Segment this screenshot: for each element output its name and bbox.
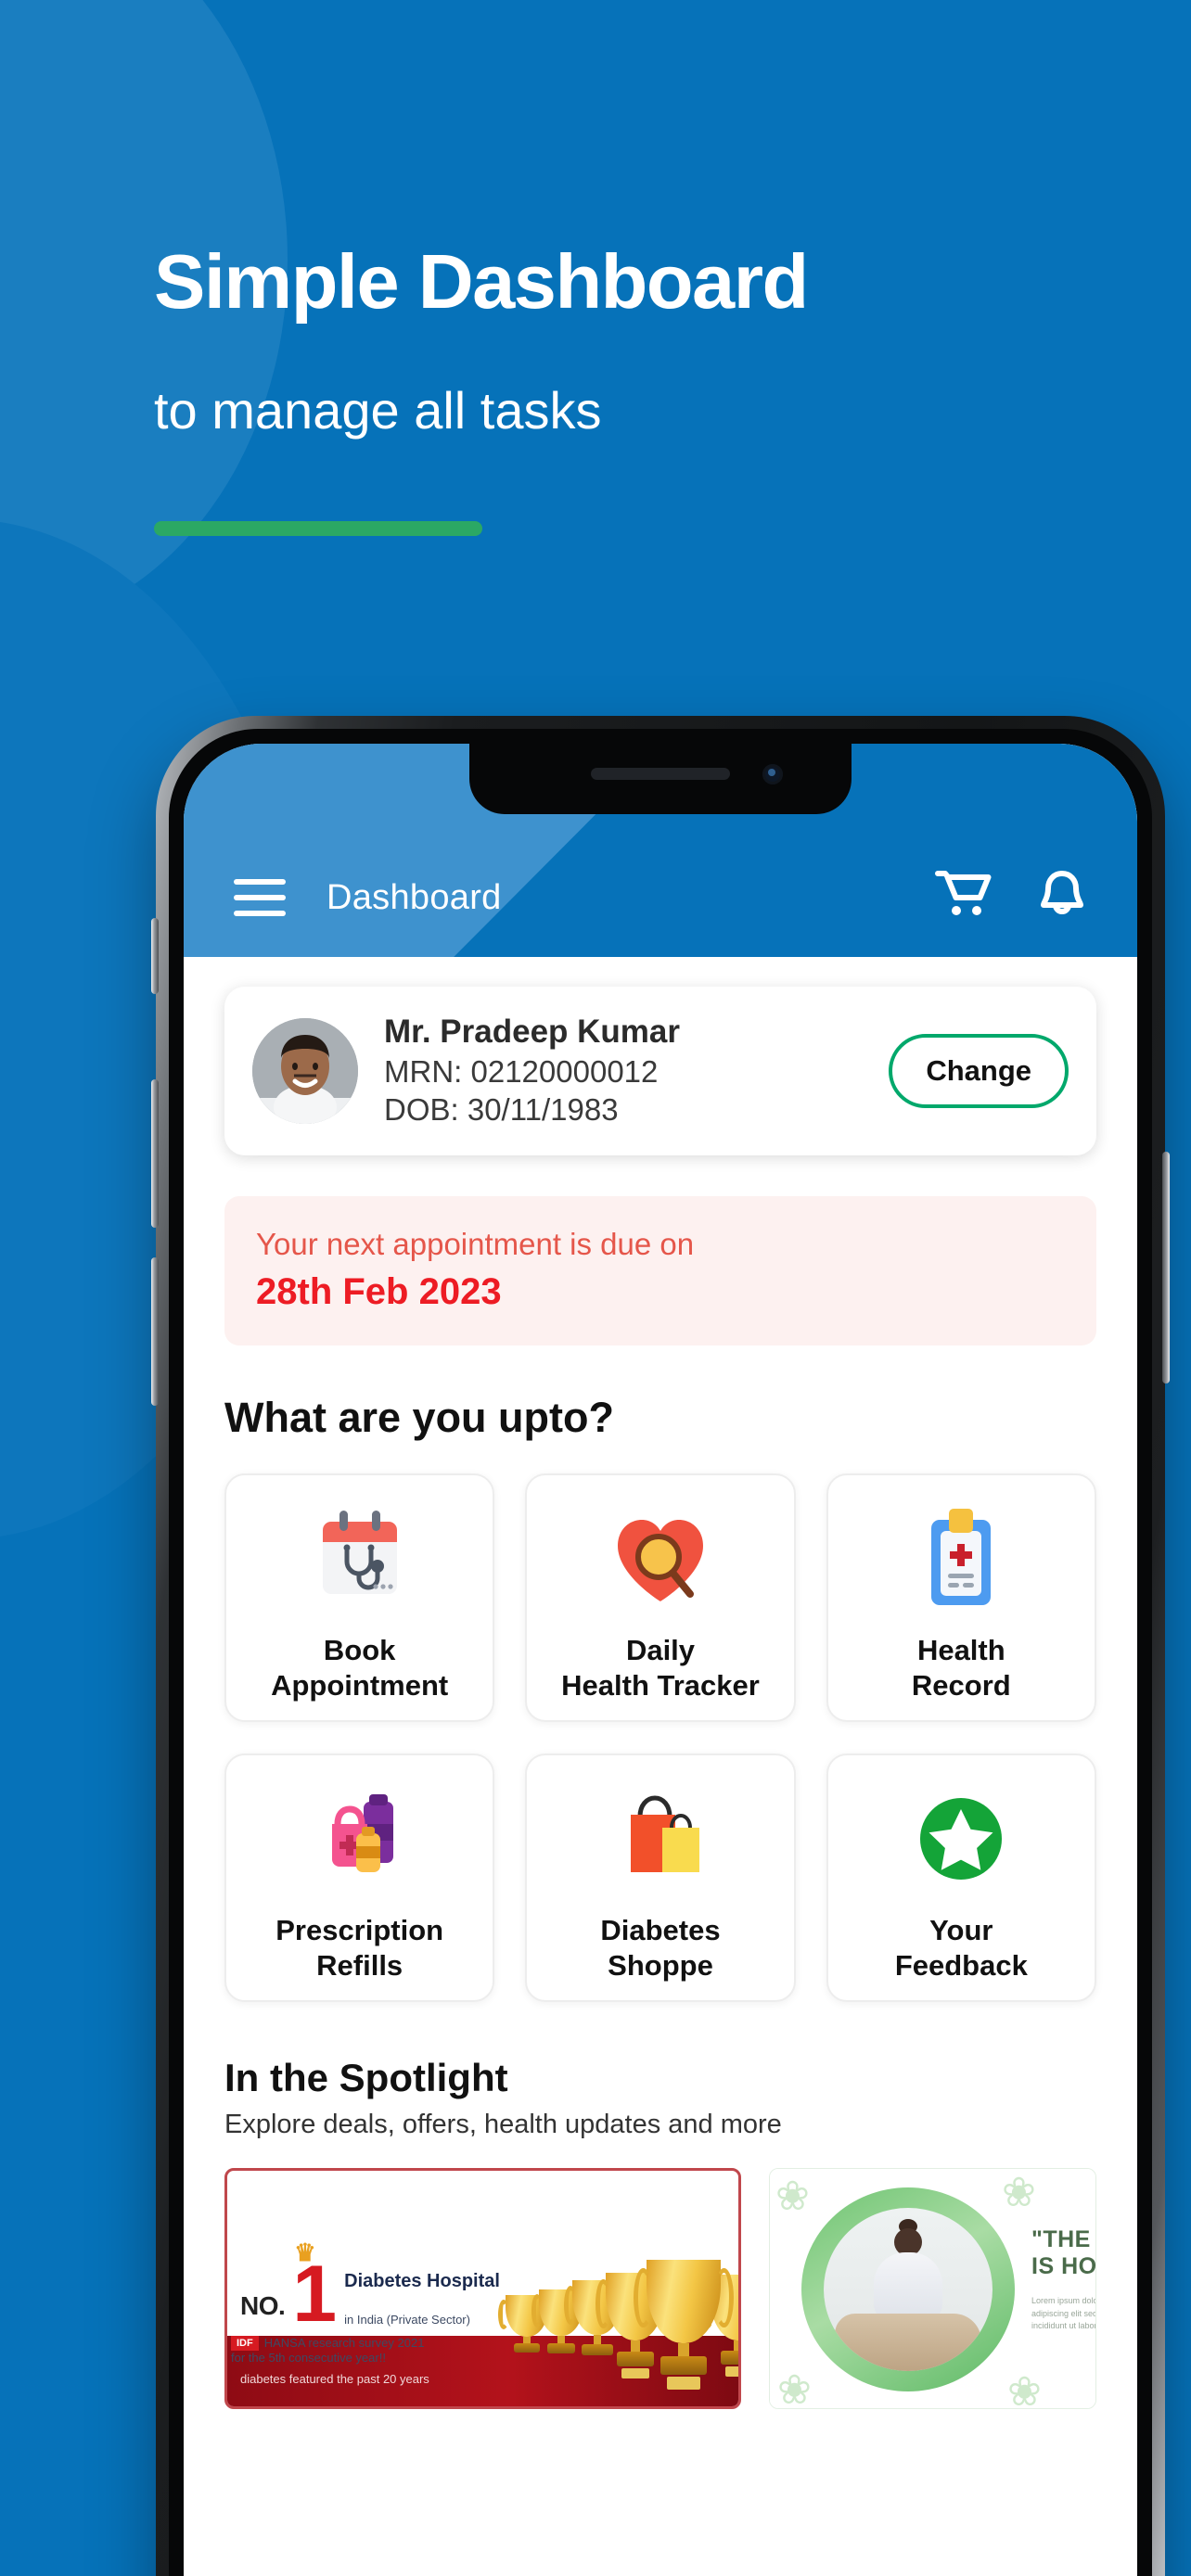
earpiece-speaker [591,768,730,780]
spotlight-card-yoga-quote[interactable]: ❀ ❀ ❀ ❀ "THE IS HO Lorem ipsum dol adipi… [769,2168,1096,2410]
promo-accent-rule [154,521,482,536]
upto-tile-row-2: Prescription Refills Diabetes Shoppe You… [224,1753,1096,2003]
survey-badge: IDF [231,2335,259,2351]
card-footer-text: diabetes featured the past 20 years [240,2372,429,2387]
crown-icon: ♛ [294,2238,316,2267]
spotlight-card-row: NO. ♛ 1 Diabetes Hospital in India (Priv… [224,2168,1096,2410]
tile-book-appointment[interactable]: Book Appointment [224,1473,495,1723]
leaf-icon: ❀ [1002,2170,1036,2216]
upto-tile-row-1: Book Appointment Daily Health Tracker He… [224,1473,1096,1723]
quote-line-2: IS HOW YO [1031,2253,1096,2280]
tile-label: Book Appointment [271,1634,449,1702]
phone-notch [469,744,852,814]
spotlight-card-text: NO. ♛ 1 Diabetes Hospital in India (Priv… [227,2240,543,2365]
rank-row: NO. ♛ 1 Diabetes Hospital in India (Priv… [227,2240,543,2334]
avatar [252,1017,358,1124]
card-note-1-text: HANSA research survey 2021 [263,2336,425,2351]
dashboard-content: Mr. Pradeep Kumar MRN: 02120000012 DOB: … [184,987,1137,2410]
yoga-photo [824,2208,992,2372]
patient-mrn: MRN: 02120000012 [384,1053,659,1089]
promo-subtitle: to manage all tasks [154,381,602,440]
appointment-date: 28th Feb 2023 [256,1271,502,1313]
heart-magnifier-icon [605,1501,716,1620]
calendar-stethoscope-icon [304,1501,416,1620]
card-note-2: for the 5th consecutive year!! [231,2350,386,2365]
power-button[interactable] [1162,1152,1170,1384]
tile-label: Daily Health Tracker [561,1634,760,1702]
tile-label: Diabetes Shoppe [600,1914,721,1983]
spotlight-heading: In the Spotlight [224,2056,508,2100]
patient-card[interactable]: Mr. Pradeep Kumar MRN: 02120000012 DOB: … [224,987,1096,1155]
clipboard-medical-icon [905,1501,1017,1620]
headline-group: Diabetes Hospital in India (Private Sect… [344,2271,500,2327]
patient-info: Mr. Pradeep Kumar MRN: 02120000012 DOB: … [384,1013,863,1129]
patient-name: Mr. Pradeep Kumar [384,1014,680,1050]
spotlight-subheading: Explore deals, offers, health updates an… [224,2110,782,2140]
person-body [874,2252,942,2322]
front-camera-icon [762,764,783,784]
header-bar: Dashboard [184,838,1137,957]
tile-label: Health Record [911,1634,1011,1702]
card-note-1: IDF HANSA research survey 2021 [227,2335,543,2351]
appointment-label: Your next appointment is due on [256,1226,695,1261]
upto-heading: What are you upto? [224,1394,614,1442]
medical-bag-pills-icon [304,1781,416,1900]
tile-diabetes-shoppe[interactable]: Diabetes Shoppe [525,1753,796,2003]
promo-title: Simple Dashboard [154,238,809,325]
tile-your-feedback[interactable]: Your Feedback [826,1753,1096,2003]
volume-up-button[interactable] [151,1079,159,1228]
dashboard-app: Dashboard Mr. Pradeep Kumar MRN: 0212000… [184,744,1137,2576]
phone-screen: Dashboard Mr. Pradeep Kumar MRN: 0212000… [184,744,1137,2576]
card-headline: Diabetes Hospital [344,2270,500,2291]
page-title: Dashboard [327,877,502,917]
rank-prefix: NO. [240,2290,286,2320]
card-subhead: in India (Private Sector) [344,2312,470,2327]
notification-bell-icon[interactable] [1037,869,1087,927]
phone-mockup: Dashboard Mr. Pradeep Kumar MRN: 0212000… [151,716,1170,2576]
appointment-banner[interactable]: Your next appointment is due on 28th Feb… [224,1195,1096,1346]
trophy-icon-main [634,2260,734,2390]
leaf-icon: ❀ [775,2174,810,2220]
leaf-icon: ❀ [1007,2369,1042,2410]
tile-prescription-refills[interactable]: Prescription Refills [224,1753,495,2003]
quote-block: "THE RE IS HOW YO Lorem ipsum dolor sit … [1031,2226,1096,2333]
tile-health-record[interactable]: Health Record [826,1473,1096,1723]
silence-switch-button[interactable] [151,918,159,994]
rank-number: ♛ 1 [292,2240,337,2334]
spotlight-card-no1-hospital[interactable]: NO. ♛ 1 Diabetes Hospital in India (Priv… [224,2168,741,2410]
star-circle-icon [905,1781,1017,1900]
tile-label: Your Feedback [894,1914,1028,1983]
tile-daily-health-tracker[interactable]: Daily Health Tracker [525,1473,796,1723]
hamburger-menu-icon[interactable] [234,879,286,916]
change-patient-button[interactable]: Change [889,1033,1069,1108]
tile-label: Prescription Refills [275,1914,444,1983]
patient-dob: DOB: 30/11/1983 [384,1092,619,1128]
shopping-cart-icon[interactable] [935,869,992,927]
shopping-bags-icon [605,1781,716,1900]
leaf-icon: ❀ [777,2367,812,2410]
rock-platform [835,2314,981,2372]
quote-body: Lorem ipsum dolor sit amet consectetur a… [1031,2296,1096,2331]
photo-ring [801,2187,1015,2392]
quote-line-1: "THE RE [1031,2226,1095,2253]
volume-down-button[interactable] [151,1257,159,1406]
